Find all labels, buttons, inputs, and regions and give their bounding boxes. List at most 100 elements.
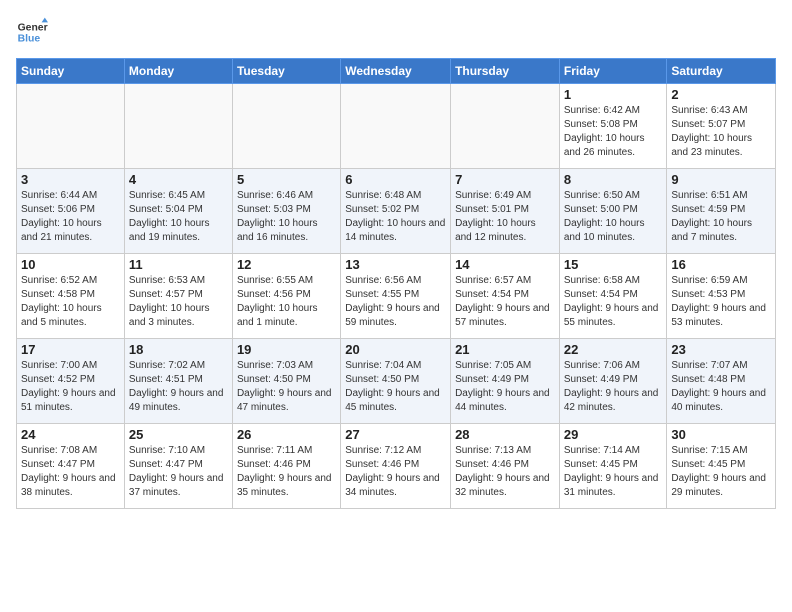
calendar-cell xyxy=(341,84,451,169)
day-number: 11 xyxy=(129,257,228,272)
day-info: Sunrise: 7:11 AM Sunset: 4:46 PM Dayligh… xyxy=(237,444,336,500)
weekday-header: Friday xyxy=(559,59,667,84)
calendar-cell: 12 Sunrise: 6:55 AM Sunset: 4:56 PM Dayli… xyxy=(232,254,340,339)
weekday-header-row: SundayMondayTuesdayWednesdayThursdayFrid… xyxy=(17,59,776,84)
day-info: Sunrise: 6:58 AM Sunset: 4:54 PM Dayligh… xyxy=(564,274,663,330)
day-number: 6 xyxy=(345,172,446,187)
day-info: Sunrise: 6:42 AM Sunset: 5:08 PM Dayligh… xyxy=(564,104,663,160)
day-info: Sunrise: 7:00 AM Sunset: 4:52 PM Dayligh… xyxy=(21,359,120,415)
calendar-cell: 21 Sunrise: 7:05 AM Sunset: 4:49 PM Dayli… xyxy=(451,339,560,424)
day-number: 22 xyxy=(564,342,663,357)
calendar-cell: 23 Sunrise: 7:07 AM Sunset: 4:48 PM Dayli… xyxy=(667,339,776,424)
weekday-header: Saturday xyxy=(667,59,776,84)
weekday-header: Tuesday xyxy=(232,59,340,84)
day-number: 15 xyxy=(564,257,663,272)
day-number: 19 xyxy=(237,342,336,357)
day-info: Sunrise: 7:08 AM Sunset: 4:47 PM Dayligh… xyxy=(21,444,120,500)
day-number: 8 xyxy=(564,172,663,187)
day-number: 28 xyxy=(455,427,555,442)
day-info: Sunrise: 6:49 AM Sunset: 5:01 PM Dayligh… xyxy=(455,189,555,245)
weekday-header: Wednesday xyxy=(341,59,451,84)
logo-icon: General Blue xyxy=(16,16,48,48)
calendar-week-row: 10Sunrise: 6:52 AM Sunset: 4:58 PM Dayli… xyxy=(17,254,776,339)
svg-text:General: General xyxy=(18,22,48,33)
day-number: 27 xyxy=(345,427,446,442)
calendar-cell: 18Sunrise: 7:02 AM Sunset: 4:51 PM Dayli… xyxy=(124,339,232,424)
header: General Blue xyxy=(16,16,776,48)
day-number: 25 xyxy=(129,427,228,442)
day-number: 12 xyxy=(237,257,336,272)
day-info: Sunrise: 6:59 AM Sunset: 4:53 PM Dayligh… xyxy=(671,274,771,330)
day-info: Sunrise: 6:44 AM Sunset: 5:06 PM Dayligh… xyxy=(21,189,120,245)
day-info: Sunrise: 6:43 AM Sunset: 5:07 PM Dayligh… xyxy=(671,104,771,160)
calendar-cell: 4 Sunrise: 6:45 AM Sunset: 5:04 PM Daylig… xyxy=(124,169,232,254)
calendar-cell: 10Sunrise: 6:52 AM Sunset: 4:58 PM Dayli… xyxy=(17,254,125,339)
day-number: 29 xyxy=(564,427,663,442)
day-number: 26 xyxy=(237,427,336,442)
calendar-week-row: 17Sunrise: 7:00 AM Sunset: 4:52 PM Dayli… xyxy=(17,339,776,424)
day-info: Sunrise: 7:13 AM Sunset: 4:46 PM Dayligh… xyxy=(455,444,555,500)
calendar-cell xyxy=(17,84,125,169)
calendar-cell: 28 Sunrise: 7:13 AM Sunset: 4:46 PM Dayli… xyxy=(451,424,560,509)
calendar-cell: 7 Sunrise: 6:49 AM Sunset: 5:01 PM Daylig… xyxy=(451,169,560,254)
calendar-cell: 16 Sunrise: 6:59 AM Sunset: 4:53 PM Dayli… xyxy=(667,254,776,339)
day-info: Sunrise: 6:57 AM Sunset: 4:54 PM Dayligh… xyxy=(455,274,555,330)
svg-text:Blue: Blue xyxy=(18,34,41,45)
calendar-cell: 22 Sunrise: 7:06 AM Sunset: 4:49 PM Dayli… xyxy=(559,339,667,424)
day-number: 10 xyxy=(21,257,120,272)
calendar-cell: 9 Sunrise: 6:51 AM Sunset: 4:59 PM Daylig… xyxy=(667,169,776,254)
day-number: 14 xyxy=(455,257,555,272)
calendar-cell xyxy=(451,84,560,169)
day-number: 21 xyxy=(455,342,555,357)
weekday-header: Thursday xyxy=(451,59,560,84)
day-info: Sunrise: 6:56 AM Sunset: 4:55 PM Dayligh… xyxy=(345,274,446,330)
calendar-week-row: 3Sunrise: 6:44 AM Sunset: 5:06 PM Daylig… xyxy=(17,169,776,254)
day-info: Sunrise: 7:04 AM Sunset: 4:50 PM Dayligh… xyxy=(345,359,446,415)
calendar: SundayMondayTuesdayWednesdayThursdayFrid… xyxy=(16,58,776,509)
calendar-cell: 26 Sunrise: 7:11 AM Sunset: 4:46 PM Dayli… xyxy=(232,424,340,509)
calendar-cell: 8 Sunrise: 6:50 AM Sunset: 5:00 PM Daylig… xyxy=(559,169,667,254)
day-info: Sunrise: 7:03 AM Sunset: 4:50 PM Dayligh… xyxy=(237,359,336,415)
calendar-cell: 25 Sunrise: 7:10 AM Sunset: 4:47 PM Dayli… xyxy=(124,424,232,509)
logo: General Blue xyxy=(16,16,52,48)
calendar-cell: 13 Sunrise: 6:56 AM Sunset: 4:55 PM Dayli… xyxy=(341,254,451,339)
weekday-header: Monday xyxy=(124,59,232,84)
day-info: Sunrise: 6:45 AM Sunset: 5:04 PM Dayligh… xyxy=(129,189,228,245)
calendar-cell: 29 Sunrise: 7:14 AM Sunset: 4:45 PM Dayli… xyxy=(559,424,667,509)
day-info: Sunrise: 7:12 AM Sunset: 4:46 PM Dayligh… xyxy=(345,444,446,500)
calendar-cell: 14 Sunrise: 6:57 AM Sunset: 4:54 PM Dayli… xyxy=(451,254,560,339)
day-info: Sunrise: 7:10 AM Sunset: 4:47 PM Dayligh… xyxy=(129,444,228,500)
day-info: Sunrise: 7:05 AM Sunset: 4:49 PM Dayligh… xyxy=(455,359,555,415)
day-info: Sunrise: 7:06 AM Sunset: 4:49 PM Dayligh… xyxy=(564,359,663,415)
day-info: Sunrise: 6:53 AM Sunset: 4:57 PM Dayligh… xyxy=(129,274,228,330)
day-number: 5 xyxy=(237,172,336,187)
day-number: 7 xyxy=(455,172,555,187)
day-number: 23 xyxy=(671,342,771,357)
day-info: Sunrise: 6:50 AM Sunset: 5:00 PM Dayligh… xyxy=(564,189,663,245)
calendar-cell: 20 Sunrise: 7:04 AM Sunset: 4:50 PM Dayli… xyxy=(341,339,451,424)
day-number: 13 xyxy=(345,257,446,272)
day-number: 24 xyxy=(21,427,120,442)
calendar-cell: 30Sunrise: 7:15 AM Sunset: 4:45 PM Dayli… xyxy=(667,424,776,509)
weekday-header: Sunday xyxy=(17,59,125,84)
calendar-cell: 19 Sunrise: 7:03 AM Sunset: 4:50 PM Dayli… xyxy=(232,339,340,424)
day-info: Sunrise: 6:48 AM Sunset: 5:02 PM Dayligh… xyxy=(345,189,446,245)
calendar-cell: 3Sunrise: 6:44 AM Sunset: 5:06 PM Daylig… xyxy=(17,169,125,254)
day-info: Sunrise: 7:14 AM Sunset: 4:45 PM Dayligh… xyxy=(564,444,663,500)
day-info: Sunrise: 6:51 AM Sunset: 4:59 PM Dayligh… xyxy=(671,189,771,245)
calendar-cell xyxy=(124,84,232,169)
day-number: 1 xyxy=(564,87,663,102)
calendar-week-row: 24 Sunrise: 7:08 AM Sunset: 4:47 PM Dayli… xyxy=(17,424,776,509)
day-info: Sunrise: 7:15 AM Sunset: 4:45 PM Dayligh… xyxy=(671,444,771,500)
day-number: 20 xyxy=(345,342,446,357)
day-info: Sunrise: 7:07 AM Sunset: 4:48 PM Dayligh… xyxy=(671,359,771,415)
day-number: 16 xyxy=(671,257,771,272)
calendar-cell xyxy=(232,84,340,169)
day-info: Sunrise: 6:55 AM Sunset: 4:56 PM Dayligh… xyxy=(237,274,336,330)
day-number: 4 xyxy=(129,172,228,187)
calendar-cell: 24 Sunrise: 7:08 AM Sunset: 4:47 PM Dayli… xyxy=(17,424,125,509)
calendar-cell: 15 Sunrise: 6:58 AM Sunset: 4:54 PM Dayli… xyxy=(559,254,667,339)
day-info: Sunrise: 6:46 AM Sunset: 5:03 PM Dayligh… xyxy=(237,189,336,245)
page: General Blue SundayMondayTuesdayWednesda… xyxy=(0,0,792,519)
day-number: 9 xyxy=(671,172,771,187)
